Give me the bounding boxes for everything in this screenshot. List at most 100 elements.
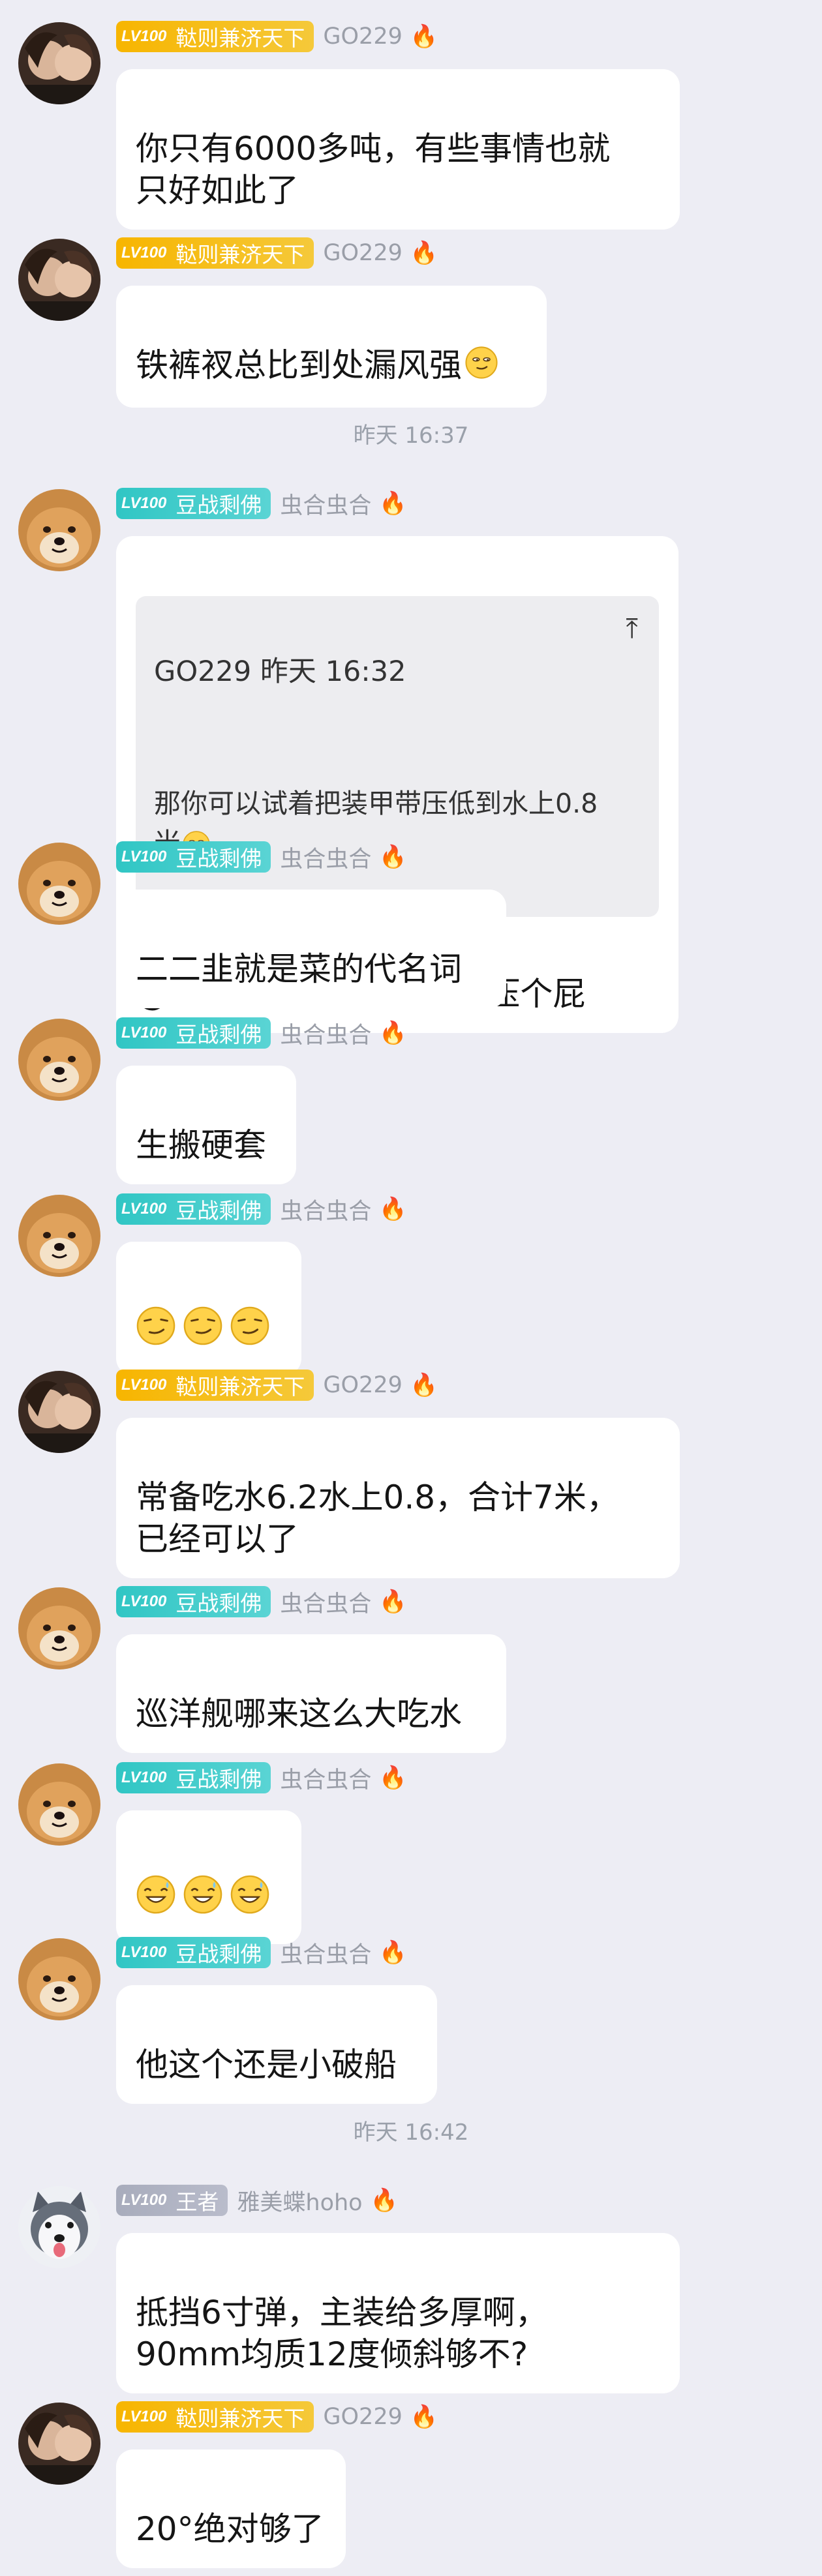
sender-name[interactable]: GO229: [323, 1372, 402, 1398]
message-text: 他这个还是小破船: [136, 2046, 397, 2084]
sender-name[interactable]: 雅美蝶hoho: [237, 2184, 362, 2217]
message-text: 你只有6000多吨，有些事情也就 只好如此了: [136, 130, 611, 209]
message-meta: LV100 鞑则兼济天下 GO229 🔥: [116, 236, 438, 270]
avatar[interactable]: [18, 2403, 100, 2485]
badge-level: LV100: [121, 2191, 167, 2209]
level-badge[interactable]: LV100 鞑则兼济天下: [116, 237, 314, 269]
level-badge[interactable]: LV100 鞑则兼济天下: [116, 21, 314, 52]
badge-level: LV100: [121, 1200, 167, 1218]
message-bubble[interactable]: 他这个还是小破船: [116, 1985, 437, 2104]
avatar[interactable]: [18, 1938, 100, 2020]
message-meta: LV100 鞑则兼济天下 GO229 🔥: [116, 2400, 438, 2434]
level-badge[interactable]: LV100 鞑则兼济天下: [116, 2401, 314, 2433]
message-bubble[interactable]: [116, 1810, 301, 1944]
level-badge[interactable]: LV100 豆战剩佛: [116, 1586, 271, 1617]
message-meta: LV100 豆战剩佛 虫合虫合 🔥: [116, 1761, 407, 1795]
badge-level: LV100: [121, 27, 167, 45]
message-meta: LV100 豆战剩佛 虫合虫合 🔥: [116, 487, 407, 520]
avatar[interactable]: [18, 1019, 100, 1101]
avatar[interactable]: [18, 2186, 100, 2268]
sender-name[interactable]: 虫合虫合: [280, 841, 371, 874]
message-bubble[interactable]: [116, 1242, 301, 1375]
sender-name[interactable]: GO229: [323, 23, 402, 50]
sender-name[interactable]: 虫合虫合: [280, 1017, 371, 1050]
smirk-emoji-icon: [183, 1306, 223, 1356]
level-badge[interactable]: LV100 豆战剩佛: [116, 1193, 271, 1225]
fire-icon: 🔥: [379, 1020, 407, 1046]
badge-level: LV100: [121, 1593, 167, 1610]
message-bubble[interactable]: 巡洋舰哪来这么大吃水: [116, 1634, 506, 1753]
badge-title: 豆战剩佛: [175, 1941, 262, 1967]
avatar[interactable]: [18, 22, 100, 104]
level-badge[interactable]: LV100 豆战剩佛: [116, 1762, 271, 1793]
message-bubble[interactable]: 生搬硬套: [116, 1066, 296, 1184]
message-text: 20°绝对够了: [136, 2510, 324, 2548]
grinning-sweat-emoji-icon: [136, 1874, 176, 1925]
fire-icon: 🔥: [410, 1372, 438, 1398]
badge-title: 鞑则兼济天下: [175, 25, 305, 51]
timestamp-separator: 昨天 16:42: [353, 2119, 469, 2146]
message-meta: LV100 豆战剩佛 虫合虫合 🔥: [116, 840, 407, 874]
level-badge[interactable]: LV100 豆战剩佛: [116, 841, 271, 873]
badge-level: LV100: [121, 2408, 167, 2425]
avatar[interactable]: [18, 489, 100, 571]
sender-name[interactable]: 虫合虫合: [280, 1936, 371, 1969]
badge-level: LV100: [121, 1943, 167, 1961]
badge-title: 鞑则兼济天下: [175, 242, 305, 267]
fire-icon: 🔥: [410, 240, 438, 266]
message-bubble[interactable]: 铁裤衩总比到处漏风强: [116, 286, 547, 408]
fire-icon: 🔥: [379, 1196, 407, 1222]
avatar[interactable]: [18, 843, 100, 925]
message-bubble[interactable]: 常备吃水6.2水上0.8，合计7米， 已经可以了: [116, 1418, 680, 1578]
sender-name[interactable]: 虫合虫合: [280, 1761, 371, 1795]
fire-icon: 🔥: [370, 2187, 398, 2213]
level-badge[interactable]: LV100 豆战剩佛: [116, 1017, 271, 1049]
badge-level: LV100: [121, 1024, 167, 1041]
message-meta: LV100 豆战剩佛 虫合虫合 🔥: [116, 1585, 407, 1619]
badge-title: 豆战剩佛: [175, 846, 262, 871]
message-meta: LV100 鞑则兼济天下 GO229 🔥: [116, 20, 438, 53]
fire-icon: 🔥: [379, 1589, 407, 1615]
fire-icon: 🔥: [379, 844, 407, 870]
badge-title: 豆战剩佛: [175, 1022, 262, 1047]
badge-title: 豆战剩佛: [175, 1591, 262, 1616]
chat-screen[interactable]: LV100 鞑则兼济天下 GO229 🔥 你只有6000多吨，有些事情也就 只好…: [0, 0, 822, 2576]
message-bubble[interactable]: 你只有6000多吨，有些事情也就 只好如此了: [116, 69, 680, 230]
badge-title: 豆战剩佛: [175, 492, 262, 518]
smirk-emoji-icon: [230, 1306, 270, 1356]
level-badge[interactable]: LV100 豆战剩佛: [116, 488, 271, 519]
smirk-emoji-icon: [464, 346, 498, 389]
badge-level: LV100: [121, 848, 167, 865]
message-meta: LV100 豆战剩佛 虫合虫合 🔥: [116, 1936, 407, 1969]
sender-name[interactable]: 虫合虫合: [280, 1193, 371, 1226]
sender-name[interactable]: GO229: [323, 240, 402, 266]
avatar[interactable]: [18, 239, 100, 321]
badge-level: LV100: [121, 494, 167, 512]
avatar[interactable]: [18, 1195, 100, 1277]
avatar[interactable]: [18, 1371, 100, 1453]
sender-name[interactable]: GO229: [323, 2404, 402, 2430]
grinning-sweat-emoji-icon: [230, 1874, 270, 1925]
message-text: 二二韭就是菜的代名词: [136, 950, 462, 988]
level-badge[interactable]: LV100 王者: [116, 2185, 228, 2216]
fire-icon: 🔥: [379, 490, 407, 517]
message-text: 生搬硬套: [136, 1126, 266, 1164]
level-badge[interactable]: LV100 鞑则兼济天下: [116, 1370, 314, 1401]
message-bubble[interactable]: 20°绝对够了: [116, 2449, 346, 2568]
message-meta: LV100 豆战剩佛 虫合虫合 🔥: [116, 1192, 407, 1226]
jump-to-original-icon[interactable]: ⤒: [626, 608, 638, 650]
message-text: 铁裤衩总比到处漏风强: [136, 346, 462, 384]
message-text: 巡洋舰哪来这么大吃水: [136, 1695, 462, 1733]
message-text: 抵挡6寸弹，主装给多厚啊， 90mm均质12度倾斜够不?: [136, 2294, 548, 2373]
avatar[interactable]: [18, 1587, 100, 1670]
level-badge[interactable]: LV100 豆战剩佛: [116, 1937, 271, 1968]
message-bubble[interactable]: 二二韭就是菜的代名词: [116, 890, 506, 1008]
message-bubble[interactable]: 抵挡6寸弹，主装给多厚啊， 90mm均质12度倾斜够不?: [116, 2233, 680, 2393]
sender-name[interactable]: 虫合虫合: [280, 1585, 371, 1619]
sender-name[interactable]: 虫合虫合: [280, 487, 371, 520]
message-text: 常备吃水6.2水上0.8，合计7米， 已经可以了: [136, 1478, 619, 1558]
fire-icon: 🔥: [379, 1939, 407, 1966]
badge-title: 豆战剩佛: [175, 1198, 262, 1223]
fire-icon: 🔥: [379, 1765, 407, 1791]
avatar[interactable]: [18, 1763, 100, 1846]
